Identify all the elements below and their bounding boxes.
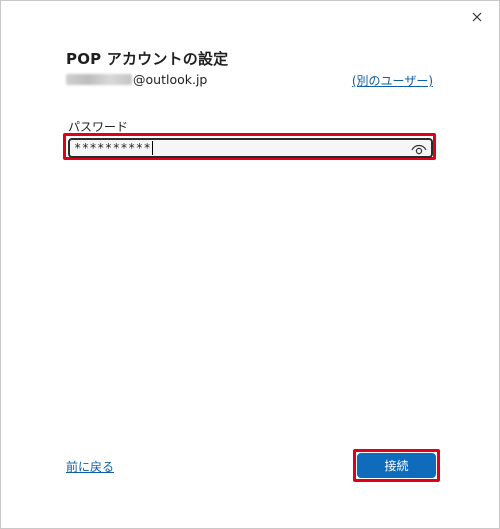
account-email: @outlook.jp — [66, 72, 207, 87]
page-title: POP アカウントの設定 — [66, 50, 229, 68]
close-icon — [472, 12, 482, 22]
password-input[interactable]: ********** — [68, 138, 433, 158]
other-user-link[interactable]: (別のユーザー) — [352, 72, 433, 89]
connect-button[interactable]: 接続 — [357, 453, 436, 478]
text-caret — [152, 141, 154, 155]
account-row: @outlook.jp (別のユーザー) — [66, 72, 433, 90]
back-link[interactable]: 前に戻る — [66, 458, 114, 475]
password-value: ********** — [74, 141, 152, 155]
redacted-username — [66, 74, 132, 85]
eye-icon[interactable] — [411, 142, 427, 156]
close-button[interactable] — [463, 5, 491, 29]
pop-account-dialog: POP アカウントの設定 @outlook.jp (別のユーザー) パスワード … — [0, 0, 500, 529]
email-domain: @outlook.jp — [133, 72, 208, 87]
